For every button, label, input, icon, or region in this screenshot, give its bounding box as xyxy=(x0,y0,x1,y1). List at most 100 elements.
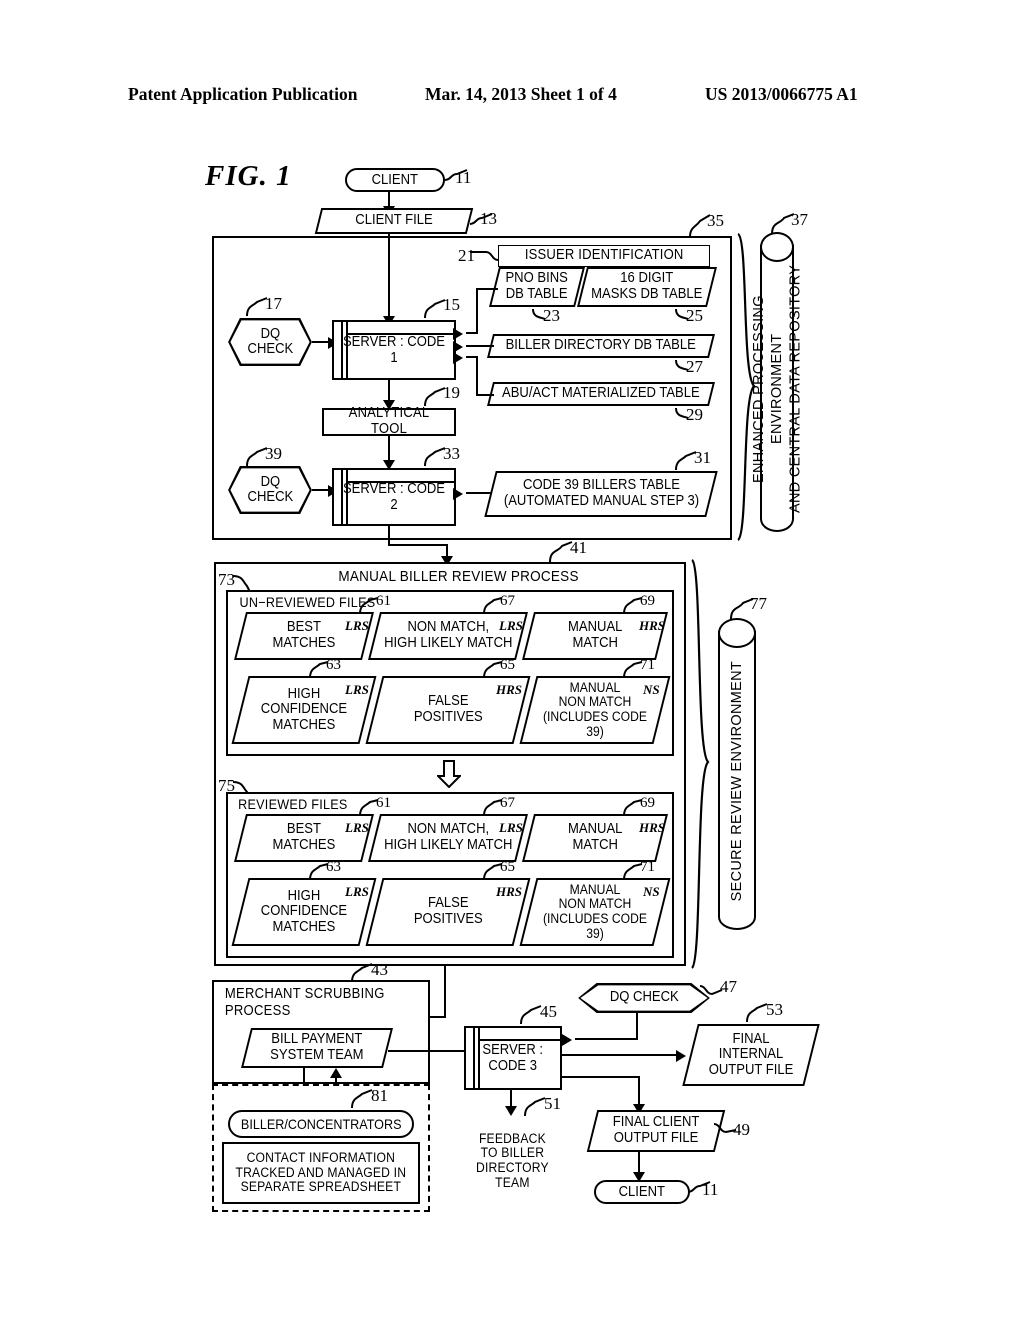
figure-label: FIG. 1 xyxy=(205,160,292,192)
ref-49: 49 xyxy=(733,1120,750,1139)
tag-hrs-u69: HRS xyxy=(639,618,666,633)
ref-v71: 71 xyxy=(640,859,655,875)
tag-hrs-v65: HRS xyxy=(496,884,523,899)
ref-43: 43 xyxy=(371,960,388,979)
client-file-node: CLIENT FILE xyxy=(314,208,474,234)
ref-21: 21 xyxy=(458,246,475,265)
final-client-output-file: FINAL CLIENT OUTPUT FILE xyxy=(586,1110,726,1152)
feedback-to-biller-team: FEEDBACK TO BILLER DIRECTORY TEAM xyxy=(466,1116,558,1206)
ref-v63: 63 xyxy=(326,859,341,875)
ref-13: 13 xyxy=(480,209,497,228)
ref-77: 77 xyxy=(750,594,767,613)
server-code-1: SERVER : CODE 1 xyxy=(332,320,456,380)
ref-41: 41 xyxy=(570,538,587,557)
arrow-abu-to-server1 xyxy=(453,352,463,364)
ref-37: 37 xyxy=(791,210,808,229)
client-terminator-bottom: CLIENT xyxy=(594,1180,690,1204)
ref-11a: 11 xyxy=(455,168,472,187)
ref-15: 15 xyxy=(443,295,460,314)
tag-lrs-u61: LRS xyxy=(345,618,369,633)
contact-information-box: CONTACT INFORMATION TRACKED AND MANAGED … xyxy=(222,1142,420,1204)
tag-lrs-v63: LRS xyxy=(345,884,369,899)
biller-concentrators: BILLER/CONCENTRATORS xyxy=(228,1110,414,1138)
ref-17: 17 xyxy=(265,294,282,313)
ref-35: 35 xyxy=(707,211,724,230)
ref-25: 25 xyxy=(686,306,703,325)
merchant-scrubbing-label: MERCHANT SCRUBBING PROCESS xyxy=(224,986,385,1019)
code-39-billers-table: CODE 39 BILLERS TABLE (AUTOMATED MANUAL … xyxy=(484,471,718,517)
tag-lrs-v67: LRS xyxy=(499,820,523,835)
digit-masks-db-table: 16 DIGIT MASKS DB TABLE xyxy=(577,267,717,307)
arrow-code39-to-server2 xyxy=(453,488,463,500)
issuer-identification-header: ISSUER IDENTIFICATION xyxy=(498,245,710,267)
ref-81: 81 xyxy=(371,1086,388,1105)
hollow-down-arrow xyxy=(437,760,461,788)
ref-v65: 65 xyxy=(500,859,515,875)
header-left: Patent Application Publication xyxy=(128,84,358,104)
ref-51: 51 xyxy=(544,1094,561,1113)
line-issuer-elbow-h xyxy=(476,288,498,291)
line-dq47-to-server3 xyxy=(575,1038,638,1041)
manual-review-title: MANUAL BILLER REVIEW PROCESS xyxy=(338,568,579,585)
ref-u69: 69 xyxy=(640,593,655,609)
line-abu-elbow-h xyxy=(476,394,494,397)
dq-check-47: DQ CHECK xyxy=(578,983,710,1013)
header-right: US 2013/0066775 A1 xyxy=(705,84,858,104)
line-abu-to-server1 xyxy=(466,356,478,359)
ref-23: 23 xyxy=(543,306,560,325)
brace-secure-review xyxy=(690,559,712,970)
server-code-3: SERVER : CODE 3 xyxy=(464,1026,562,1090)
line-server2-right xyxy=(388,544,448,547)
ref-u61: 61 xyxy=(376,593,391,609)
line-file-to-server1 xyxy=(388,234,391,320)
ref-v67: 67 xyxy=(500,795,515,811)
ref-19: 19 xyxy=(443,383,460,402)
tag-hrs-v69: HRS xyxy=(639,820,666,835)
line-server3-right2 xyxy=(562,1076,640,1079)
ref-45: 45 xyxy=(540,1002,557,1021)
reviewed-box-71: MANUAL NON MATCH (INCLUDES CODE 39) xyxy=(519,878,671,946)
reviewed-files-label: REVIEWED FILES xyxy=(238,796,348,812)
line-issuer-to-server1 xyxy=(466,332,478,335)
tag-ns-u71: NS xyxy=(643,682,660,697)
ref-u71: 71 xyxy=(640,657,655,673)
abu-act-materialized-table: ABU/ACT MATERIALIZED TABLE xyxy=(487,382,715,406)
ref-39: 39 xyxy=(265,444,282,463)
ref-53: 53 xyxy=(766,1000,783,1019)
line-server3-to-bps xyxy=(388,1050,466,1053)
analytical-tool: ANALYTICAL TOOL xyxy=(322,405,456,437)
line-review-down xyxy=(444,966,447,1018)
tag-lrs-u63: LRS xyxy=(345,682,369,697)
enhanced-env-cylinder: ENHANCED PROCESSING ENVIRONMENT AND CENT… xyxy=(751,232,803,532)
bill-payment-system-team: BILL PAYMENT SYSTEM TEAM xyxy=(241,1028,393,1068)
line-abu-elbow-v xyxy=(476,356,479,396)
line-server2-down xyxy=(388,526,391,546)
arrow-server3-to-internal xyxy=(676,1050,686,1062)
tag-hrs-u65: HRS xyxy=(496,682,523,697)
client-terminator-top: CLIENT xyxy=(345,168,445,192)
ref-u65: 65 xyxy=(500,657,515,673)
ref-31: 31 xyxy=(694,448,711,467)
unreviewed-box-71: MANUAL NON MATCH (INCLUDES CODE 39) xyxy=(519,676,671,744)
ref-33: 33 xyxy=(443,444,460,463)
final-internal-output-file: FINAL INTERNAL OUTPUT FILE xyxy=(682,1024,820,1086)
pno-bins-db-table: PNO BINS DB TABLE xyxy=(489,267,585,307)
server-code-2: SERVER : CODE 2 xyxy=(332,468,456,526)
arrow-issuer-to-server1 xyxy=(453,328,463,340)
tag-lrs-v61: LRS xyxy=(345,820,369,835)
ref-73: 73 xyxy=(218,570,235,589)
dq-check-39: DQ CHECK xyxy=(228,466,312,514)
tag-lrs-u67: LRS xyxy=(499,618,523,633)
tag-ns-v71: NS xyxy=(643,884,660,899)
ref-11b: 11 xyxy=(702,1180,719,1199)
ref-u63: 63 xyxy=(326,657,341,673)
arrow-server3-to-feedback xyxy=(505,1106,517,1116)
header-middle: Mar. 14, 2013 Sheet 1 of 4 xyxy=(425,84,617,104)
dq-check-17: DQ CHECK xyxy=(228,318,312,366)
arrow-dq47-to-server3 xyxy=(562,1034,572,1046)
ref-v69: 69 xyxy=(640,795,655,811)
ref-27: 27 xyxy=(686,357,703,376)
line-server3-to-internal xyxy=(562,1054,682,1057)
line-bdir-to-server1 xyxy=(466,345,494,348)
secure-review-cylinder: SECURE REVIEW ENVIRONMENT xyxy=(718,618,756,930)
